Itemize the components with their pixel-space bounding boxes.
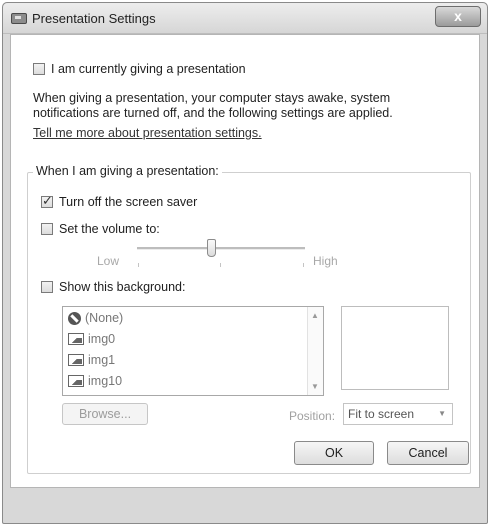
chevron-down-icon: ▼	[438, 409, 446, 418]
background-preview	[341, 306, 449, 390]
screen-saver-option[interactable]: Turn off the screen saver	[41, 194, 198, 209]
image-icon	[68, 375, 84, 387]
browse-button[interactable]: Browse...	[62, 403, 148, 425]
description-text: When giving a presentation, your compute…	[33, 91, 393, 120]
volume-label: Set the volume to:	[59, 222, 160, 236]
ok-button[interactable]: OK	[294, 441, 374, 465]
volume-slider-thumb[interactable]	[206, 239, 216, 257]
list-item[interactable]: (None)	[68, 308, 123, 328]
presentation-settings-window: Presentation Settings x I am currently g…	[2, 2, 488, 524]
background-option[interactable]: Show this background:	[41, 280, 185, 294]
giving-presentation-label: I am currently giving a presentation	[51, 62, 246, 76]
image-icon	[68, 354, 84, 366]
list-item-label: img0	[88, 332, 116, 346]
slider-tick	[138, 263, 139, 267]
title-bar[interactable]: Presentation Settings x	[3, 3, 487, 34]
volume-slider-track[interactable]	[137, 247, 305, 250]
volume-checkbox[interactable]	[41, 223, 53, 235]
close-button[interactable]: x	[435, 6, 481, 27]
none-icon	[68, 311, 81, 325]
scroll-up-icon[interactable]: ▲	[311, 311, 319, 320]
list-item[interactable]: img10	[68, 371, 122, 391]
projector-icon	[11, 13, 27, 24]
position-label: Position:	[289, 409, 336, 423]
screen-saver-label: Turn off the screen saver	[59, 195, 198, 209]
dialog-content: I am currently giving a presentation Whe…	[10, 34, 480, 488]
background-list[interactable]: (None) img0 img1 img10 ▲ ▼	[62, 306, 324, 396]
volume-option[interactable]: Set the volume to:	[41, 222, 160, 236]
giving-presentation-option[interactable]: I am currently giving a presentation	[33, 62, 246, 76]
window-title: Presentation Settings	[32, 11, 156, 26]
volume-high-label: High	[313, 254, 338, 268]
slider-tick	[303, 263, 304, 267]
background-label: Show this background:	[59, 280, 186, 294]
volume-low-label: Low	[97, 254, 120, 268]
cancel-button[interactable]: Cancel	[387, 441, 469, 465]
list-item-label: img10	[88, 374, 123, 388]
image-icon	[68, 333, 84, 345]
list-item-label: img1	[88, 353, 116, 367]
slider-tick	[220, 263, 221, 267]
list-item[interactable]: img1	[68, 350, 115, 370]
background-checkbox[interactable]	[41, 281, 53, 293]
screen-saver-checkbox[interactable]	[41, 194, 53, 209]
giving-presentation-checkbox[interactable]	[33, 63, 45, 75]
list-scrollbar[interactable]: ▲ ▼	[307, 307, 323, 395]
learn-more-link[interactable]: Tell me more about presentation settings…	[33, 126, 262, 140]
list-item-label: (None)	[85, 311, 124, 325]
position-select-value: Fit to screen	[348, 407, 415, 421]
group-title: When I am giving a presentation:	[33, 164, 222, 178]
position-select[interactable]: Fit to screen ▼	[343, 403, 453, 425]
list-item[interactable]: img0	[68, 329, 115, 349]
scroll-down-icon[interactable]: ▼	[311, 382, 319, 391]
